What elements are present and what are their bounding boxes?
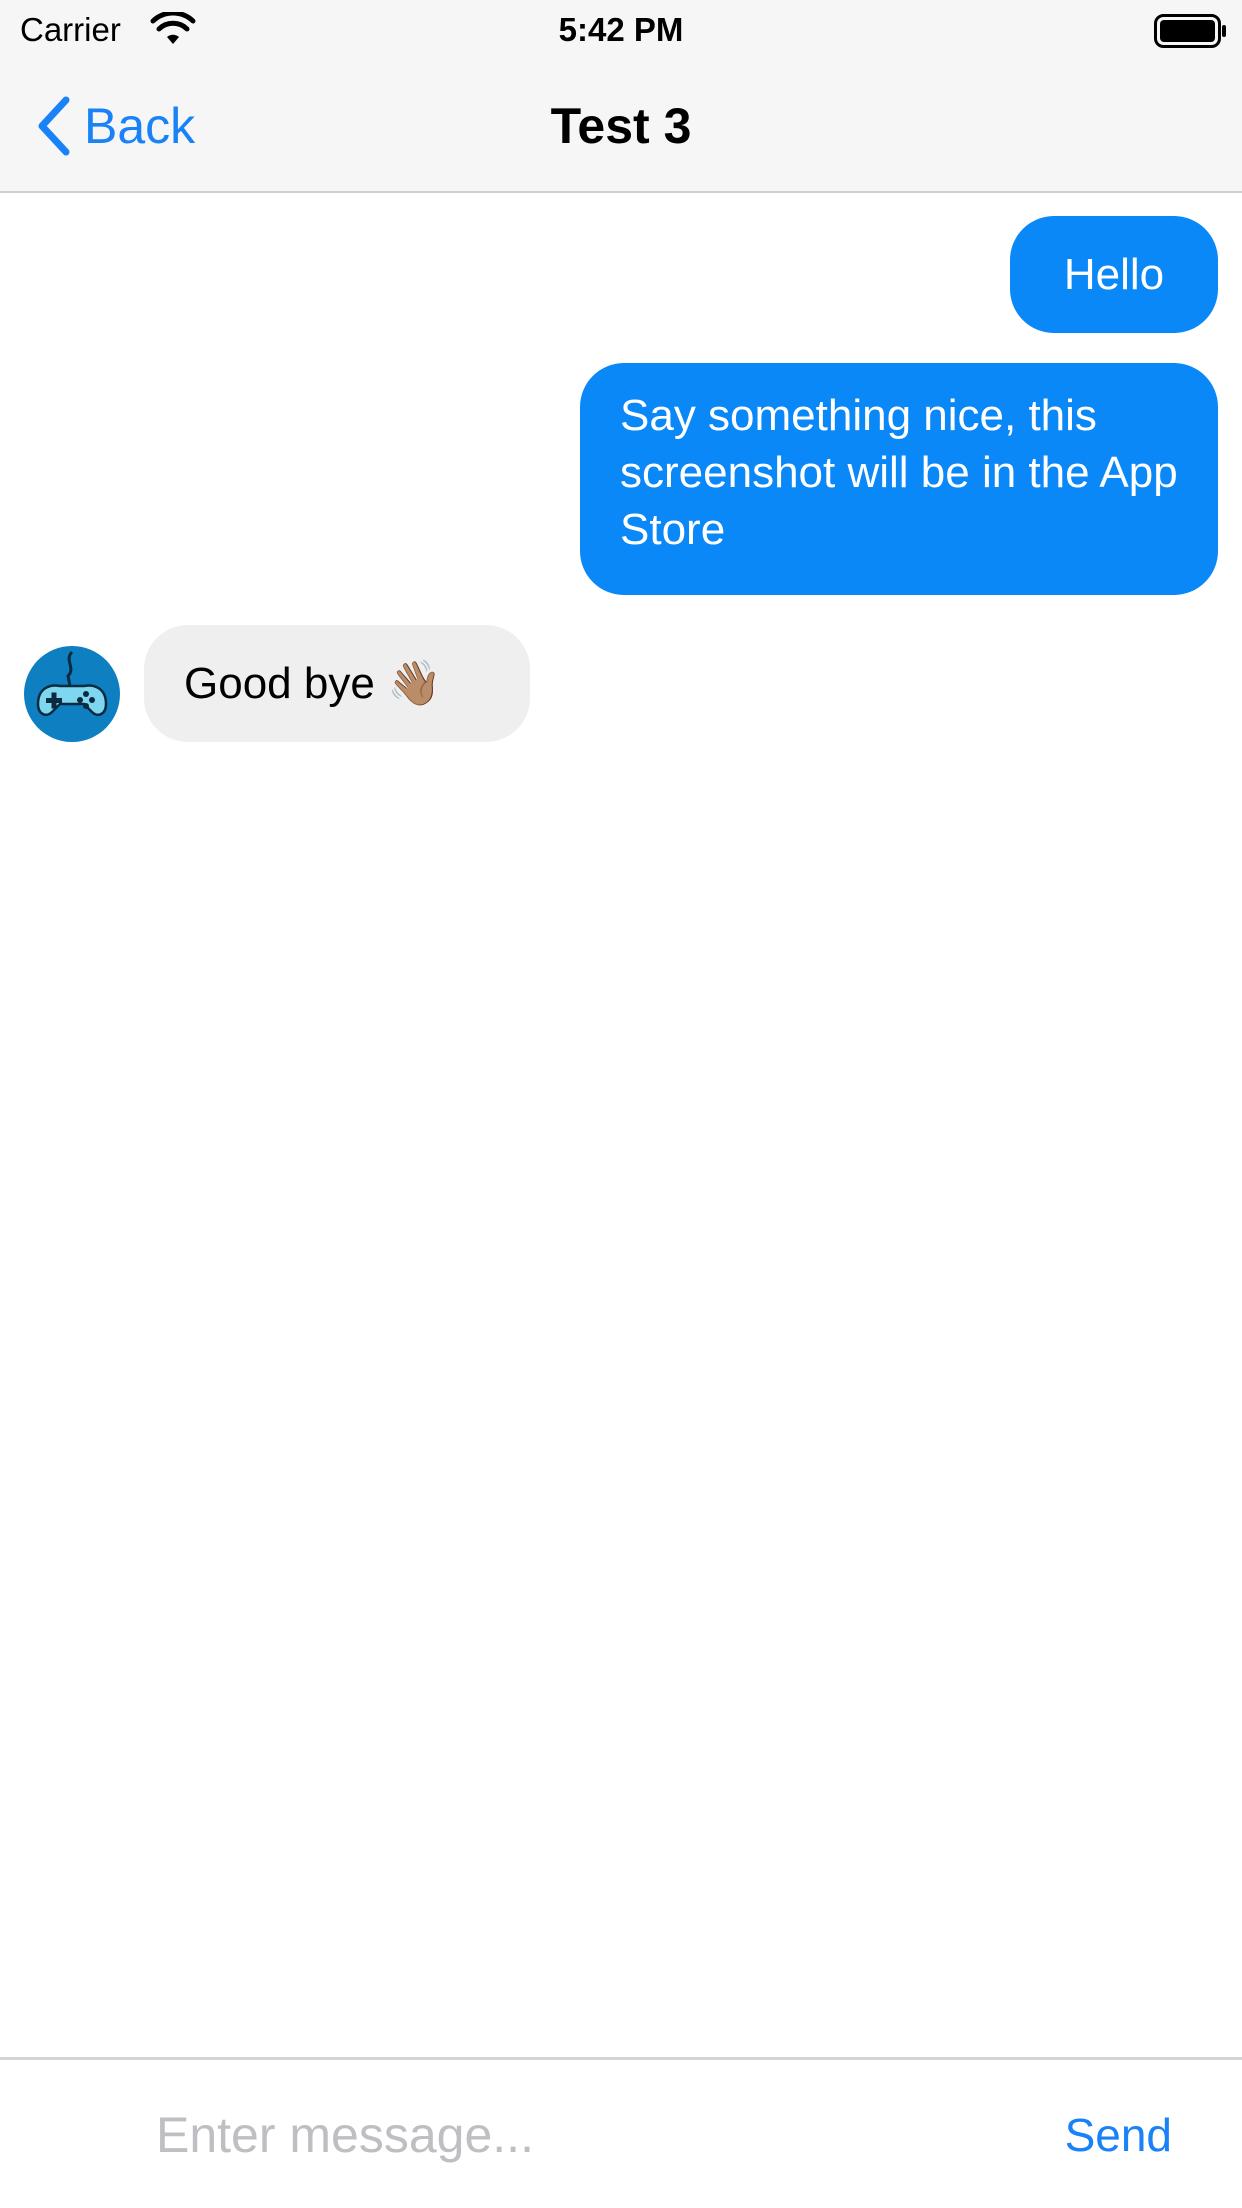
message-list[interactable]: Hello Say something nice, this screensho… [0, 193, 1242, 2057]
battery-icon [1154, 14, 1226, 48]
status-time: 5:42 PM [558, 11, 684, 48]
avatar[interactable] [24, 646, 120, 742]
send-button[interactable]: Send [1065, 2102, 1172, 2168]
message-composer: Send [0, 2057, 1242, 2208]
page-title: Test 3 [550, 98, 692, 154]
outgoing-message-bubble[interactable]: Say something nice, this screenshot will… [580, 363, 1218, 595]
message-input[interactable] [156, 2100, 976, 2170]
status-bar: Carrier 5:42 PM [0, 0, 1242, 60]
navigation-bar: Back Test 3 [0, 60, 1242, 193]
incoming-message-bubble[interactable]: Good bye 👋🏽 [144, 625, 530, 742]
outgoing-message-bubble[interactable]: Hello [1010, 216, 1218, 333]
